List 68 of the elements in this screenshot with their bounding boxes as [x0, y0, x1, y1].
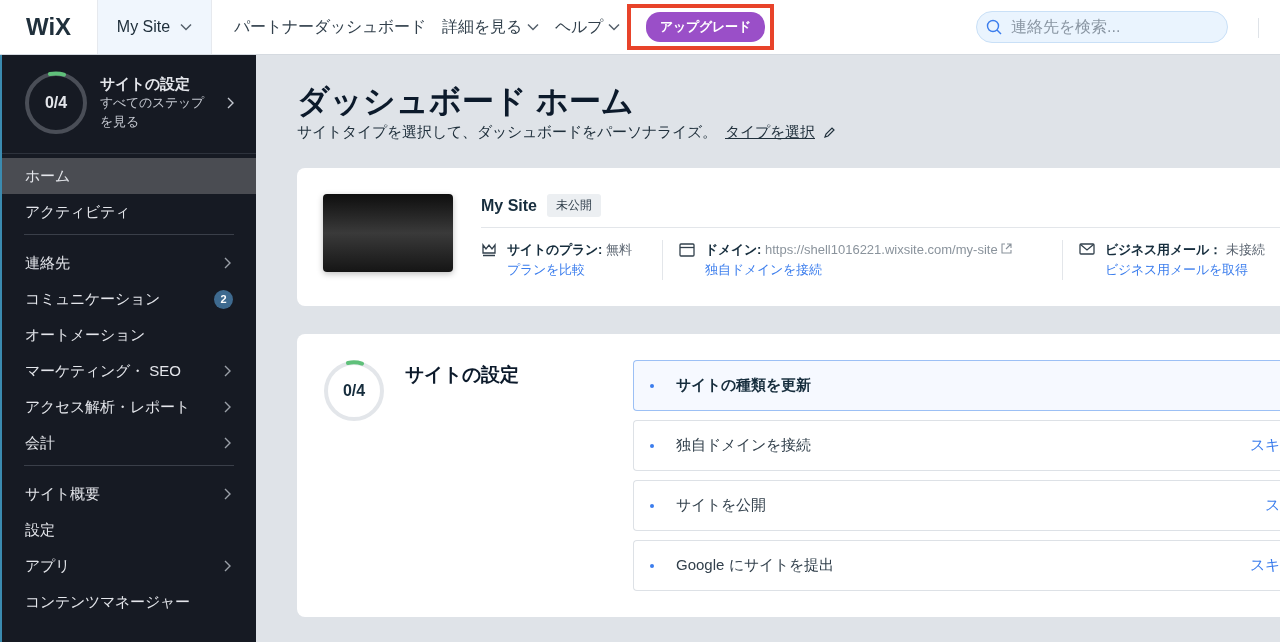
sidebar-item[interactable]: オートメーション: [2, 317, 256, 353]
nav-menu-item[interactable]: パートナーダッシュボード: [212, 0, 426, 54]
sidebar-item-label: 連絡先: [25, 253, 70, 273]
status-tag: 未公開: [547, 194, 601, 217]
sidebar-item-label: 設定: [25, 520, 55, 540]
sidebar-item-label: アクセス解析・レポート: [25, 397, 190, 417]
setup-step[interactable]: 独自ドメインを接続 スキ: [633, 420, 1280, 471]
envelope-icon: [1079, 243, 1095, 255]
skip-link[interactable]: スキ: [1250, 556, 1280, 575]
sidebar-item[interactable]: コンテンツマネージャー: [2, 584, 256, 620]
progress-ring-icon: [24, 71, 88, 135]
skip-link[interactable]: スキ: [1250, 436, 1280, 455]
crown-icon: [481, 243, 497, 257]
setup-progress-link[interactable]: 0/4 サイトの設定 すべてのステップを見る: [2, 55, 256, 154]
sidebar-item-label: アクティビティ: [25, 202, 130, 222]
sidebar-item-label: ホーム: [25, 166, 70, 186]
progress-ring-icon: [323, 360, 385, 422]
info-link[interactable]: プランを比較: [507, 260, 632, 280]
sidebar-item[interactable]: コミュニケーション 2: [2, 281, 256, 317]
sidebar-item[interactable]: アプリ: [2, 548, 256, 584]
site-switcher[interactable]: My Site: [98, 0, 212, 54]
sidebar-item[interactable]: 会計: [2, 425, 256, 461]
sidebar-item[interactable]: アクティビティ: [2, 194, 256, 230]
pencil-icon: [823, 126, 836, 139]
setup-title: サイトの設定: [100, 74, 191, 94]
count-badge: 2: [214, 289, 233, 309]
setup-step[interactable]: サイトの種類を更新: [633, 360, 1280, 411]
sidebar-item[interactable]: ホーム: [2, 158, 256, 194]
step-label: サイトを公開: [676, 496, 766, 515]
step-label: 独自ドメインを接続: [676, 436, 811, 455]
upgrade-button[interactable]: アップグレード: [646, 12, 765, 42]
select-type-link[interactable]: タイプを選択: [725, 123, 815, 142]
sidebar-item[interactable]: マーケティング・ SEO: [2, 353, 256, 389]
sidebar-item[interactable]: アクセス解析・レポート: [2, 389, 256, 425]
sidebar-item-label: オートメーション: [25, 325, 145, 345]
skip-link[interactable]: ス: [1265, 496, 1280, 515]
sidebar-item[interactable]: 設定: [2, 512, 256, 548]
sidebar-item-label: コミュニケーション: [25, 289, 160, 309]
sidebar-item[interactable]: サイト概要: [2, 476, 256, 512]
browser-window-icon: [679, 243, 695, 257]
chevron-down-icon: [180, 23, 193, 31]
step-label: Google にサイトを提出: [676, 556, 834, 575]
chevron-right-icon: [227, 97, 234, 109]
sidebar-item[interactable]: 連絡先: [2, 245, 256, 281]
page-subtitle: サイトタイプを選択して、ダッシュボードをパーソナライズ。: [297, 123, 717, 142]
sidebar-item-label: マーケティング・ SEO: [25, 361, 181, 381]
external-link-icon[interactable]: [1001, 243, 1013, 254]
nav-menu-item[interactable]: ヘルプ: [539, 0, 620, 54]
sidebar-item-label: アプリ: [25, 556, 70, 576]
setup-step[interactable]: サイトを公開 ス: [633, 480, 1280, 531]
page-title: ダッシュボード ホーム: [297, 82, 635, 121]
card-title: サイトの設定: [405, 363, 519, 387]
info-text: サイトのプラン: 無料: [507, 242, 632, 257]
sidebar-item-label: サイト概要: [25, 484, 100, 504]
info-link[interactable]: 独自ドメインを接続: [705, 260, 1013, 280]
progress-count: 0/4: [44, 94, 68, 112]
search-field[interactable]: 連絡先を検索...: [976, 11, 1228, 43]
step-label: サイトの種類を更新: [676, 376, 811, 395]
info-link[interactable]: ビジネス用メールを取得: [1105, 260, 1265, 280]
sidebar-item-label: コンテンツマネージャー: [25, 592, 190, 612]
progress-count: 0/4: [342, 382, 366, 400]
setup-step[interactable]: Google にサイトを提出 スキ: [633, 540, 1280, 591]
info-text: ビジネス用メール： 未接続: [1105, 242, 1265, 257]
nav-menu-item[interactable]: 詳細を見る: [426, 0, 539, 54]
sidebar-item-label: 会計: [25, 433, 55, 453]
site-name: My Site: [481, 196, 537, 215]
setup-subtitle: すべてのステップを見る: [100, 93, 206, 131]
info-text: ドメイン: https://shell1016221.wixsite.com/my-site: [705, 242, 998, 257]
